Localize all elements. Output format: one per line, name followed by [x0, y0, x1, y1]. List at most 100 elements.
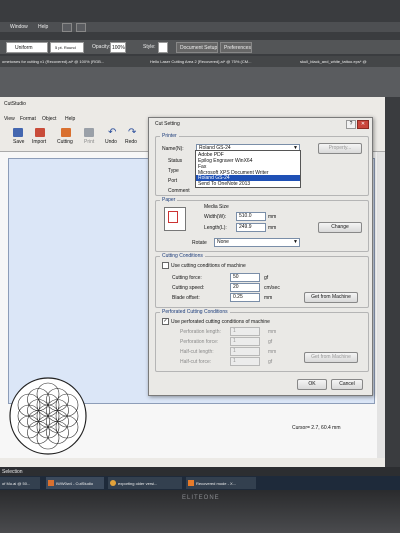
- menu-object[interactable]: Object: [42, 116, 56, 122]
- perforation-force-input[interactable]: 1: [230, 337, 260, 346]
- media-orientation-icon: [164, 207, 186, 231]
- vertical-scrollbar[interactable]: [377, 152, 385, 458]
- cancel-button[interactable]: Cancel: [331, 379, 363, 390]
- menu-view[interactable]: View: [4, 116, 15, 122]
- cutter-icon: [61, 128, 71, 137]
- cutting-force-input[interactable]: 50: [230, 273, 260, 282]
- change-button[interactable]: Change: [318, 222, 362, 233]
- cutting-force-unit: gf: [264, 275, 269, 281]
- style-label: Style:: [143, 44, 156, 50]
- opacity-input[interactable]: 100%: [110, 42, 126, 53]
- print-button[interactable]: Print: [82, 127, 98, 147]
- length-input[interactable]: 249.9: [236, 223, 266, 232]
- document-tabs: ometowes for cutting v1 (Recovered).ai* …: [0, 56, 400, 67]
- half-cut-length-input[interactable]: 1: [230, 347, 260, 356]
- bridge-icon[interactable]: [62, 23, 72, 32]
- import-button[interactable]: Import: [32, 127, 48, 147]
- half-cut-force-unit: gf: [268, 359, 273, 365]
- stroke-profile-select[interactable]: Uniform: [6, 42, 48, 53]
- printer-dropdown-list[interactable]: Adobe PDF Epilog Engraver WinX64 Fax Mic…: [195, 150, 301, 188]
- width-label: Width(W):: [204, 214, 227, 220]
- cut-setting-dialog: Cut Setting ? ✕ Printer Name(N): Roland …: [148, 117, 373, 396]
- cutstudio-icon: [48, 480, 54, 486]
- width-input[interactable]: 510.0: [236, 212, 266, 221]
- ok-button[interactable]: OK: [297, 379, 327, 390]
- use-machine-perforated-checkbox[interactable]: ✓: [162, 318, 169, 325]
- cutstudio-title: CutStudio: [4, 101, 26, 107]
- menu-help[interactable]: Help: [38, 24, 48, 30]
- cutting-conditions-group: Cutting Conditions Use cutting condition…: [155, 253, 369, 308]
- help-icon[interactable]: ?: [346, 120, 356, 129]
- redo-button[interactable]: ↷ Redo: [124, 127, 140, 147]
- property-button[interactable]: Property...: [318, 143, 362, 154]
- cutting-speed-unit: cm/sec: [264, 285, 280, 291]
- half-cut-force-input[interactable]: 1: [230, 357, 260, 366]
- use-machine-conditions-label: Use cutting conditions of machine: [171, 263, 246, 269]
- rotate-select[interactable]: None ▼: [214, 238, 300, 247]
- close-icon[interactable]: ✕: [357, 120, 369, 129]
- blade-offset-input[interactable]: 0.25: [230, 293, 260, 302]
- chevron-down-icon: ▼: [293, 239, 298, 245]
- half-cut-force-label: Half-cut force:: [180, 359, 212, 365]
- rotate-label: Rotate: [192, 240, 207, 246]
- taskbar-item-recovered[interactable]: Recovered mode - X...: [186, 477, 256, 489]
- use-machine-conditions-checkbox[interactable]: [162, 262, 169, 269]
- menu-window[interactable]: Window: [10, 24, 28, 30]
- selection-strip: Selection: [0, 467, 400, 476]
- cutting-speed-input[interactable]: 20: [230, 283, 260, 292]
- taskbar: of Mu.ai @ 50... IWW0w4 - CutStudio expo…: [0, 476, 400, 490]
- redo-icon: ↷: [128, 127, 137, 138]
- undo-button[interactable]: ↶ Undo: [104, 127, 120, 147]
- taskbar-item-illustrator[interactable]: of Mu.ai @ 50...: [0, 477, 40, 489]
- port-label: Port: [168, 178, 178, 184]
- paper-group: Paper Media Size Width(W): 510.0 mm Leng…: [155, 197, 369, 252]
- opacity-label: Opacity:: [92, 44, 111, 50]
- blade-offset-unit: mm: [264, 295, 273, 301]
- illustrator-canvas-strip: [0, 67, 400, 97]
- dropdown-option[interactable]: Send To OneNote 2013: [198, 181, 250, 187]
- floppy-icon: [13, 128, 23, 137]
- preferences-button[interactable]: Preferences: [220, 42, 252, 53]
- printer-icon: [84, 128, 94, 137]
- tab-document-3[interactable]: skull_black_and_white_tattoo.eps* @: [300, 59, 367, 64]
- cutting-speed-label: Cutting speed:: [172, 285, 205, 291]
- document-setup-button[interactable]: Document Setup: [176, 42, 218, 53]
- cutting-button[interactable]: Cutting: [57, 127, 77, 147]
- cutting-force-label: Cutting force:: [172, 275, 202, 281]
- taskbar-item-cutstudio[interactable]: IWW0w4 - CutStudio: [46, 477, 104, 489]
- perforation-force-unit: gf: [268, 339, 273, 345]
- get-from-machine-button[interactable]: Get from Machine: [304, 292, 358, 303]
- style-swatch[interactable]: [158, 42, 168, 53]
- save-button[interactable]: Save: [10, 127, 26, 147]
- tab-document-2[interactable]: Hello Laser Cutting Area 2 [Recovered].a…: [150, 59, 251, 64]
- length-unit: mm: [268, 225, 277, 231]
- perforation-length-unit: mm: [268, 329, 277, 335]
- blade-offset-label: Blade offset:: [172, 295, 200, 301]
- taskbar-item-browser[interactable]: exporting older versi...: [108, 477, 182, 489]
- menu-format[interactable]: Format: [20, 116, 36, 122]
- bezel-brand: ELITEONE: [182, 495, 220, 501]
- illustrator-icon: [188, 480, 194, 486]
- dialog-title: Cut Setting: [155, 121, 180, 127]
- illustrator-menubar: Window Help: [0, 22, 400, 32]
- perforated-conditions-group: Perforated Cutting Conditions ✓ Use perf…: [155, 309, 369, 372]
- tab-document-1[interactable]: ometowes for cutting v1 (Recovered).ai* …: [2, 59, 104, 64]
- half-cut-length-label: Half-cut length:: [180, 349, 214, 355]
- monitor-bezel: ELITEONE: [0, 490, 400, 533]
- perforation-length-input[interactable]: 1: [230, 327, 260, 336]
- use-machine-perforated-label: Use perforated cutting conditions of mac…: [171, 319, 270, 325]
- brush-select[interactable]: 5 pt. Round: [50, 42, 84, 53]
- undo-icon: ↶: [108, 127, 117, 138]
- half-cut-length-unit: mm: [268, 349, 277, 355]
- name-label: Name(N):: [162, 146, 184, 152]
- flower-of-life-drawing[interactable]: [8, 376, 88, 456]
- status-label: Status: [168, 158, 183, 164]
- grid-icon[interactable]: [76, 23, 86, 32]
- type-label: Type: [168, 168, 179, 174]
- width-unit: mm: [268, 214, 277, 220]
- comment-label: Comment: [168, 188, 190, 194]
- get-from-machine-perforated-button[interactable]: Get from Machine: [304, 352, 358, 363]
- menu-help[interactable]: Help: [65, 116, 75, 122]
- cursor-status: Cursor= 2.7, 60.4 mm: [292, 425, 341, 431]
- selection-label: Selection: [2, 469, 23, 475]
